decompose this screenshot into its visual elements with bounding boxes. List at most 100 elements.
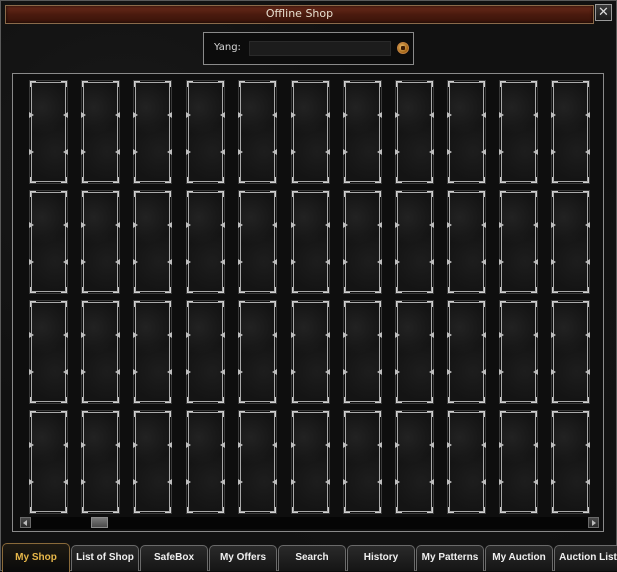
- shop-slot[interactable]: [551, 300, 590, 404]
- slot-marker: [167, 479, 172, 485]
- slot-marker: [429, 369, 434, 375]
- slot-corner: [531, 397, 537, 403]
- close-button[interactable]: ✕: [595, 4, 612, 21]
- slot-marker: [377, 332, 382, 338]
- shop-slot[interactable]: [395, 410, 434, 514]
- slot-corner: [165, 191, 171, 197]
- slot-corner: [531, 191, 537, 197]
- slot-marker: [533, 442, 538, 448]
- slot-corner: [427, 191, 433, 197]
- shop-slot[interactable]: [238, 410, 277, 514]
- shop-slot[interactable]: [291, 190, 330, 294]
- shop-slot[interactable]: [186, 410, 225, 514]
- tab-history[interactable]: History: [347, 545, 415, 571]
- shop-slot[interactable]: [133, 190, 172, 294]
- shop-slot[interactable]: [238, 80, 277, 184]
- shop-slot[interactable]: [81, 410, 120, 514]
- shop-slot[interactable]: [499, 300, 538, 404]
- shop-slot[interactable]: [395, 190, 434, 294]
- shop-slot[interactable]: [499, 80, 538, 184]
- shop-slot[interactable]: [551, 410, 590, 514]
- shop-slot[interactable]: [29, 410, 68, 514]
- slot-marker: [133, 332, 138, 338]
- slot-corner: [552, 191, 558, 197]
- slot-marker: [115, 442, 120, 448]
- shop-slot[interactable]: [186, 300, 225, 404]
- tab-auction-list[interactable]: Auction List: [554, 545, 617, 571]
- scroll-thumb[interactable]: [91, 517, 108, 528]
- scroll-left-button[interactable]: [20, 517, 31, 528]
- slot-corner: [375, 301, 381, 307]
- tab-my-offers[interactable]: My Offers: [209, 545, 277, 571]
- slot-corner: [292, 287, 298, 293]
- slot-marker: [447, 442, 452, 448]
- shop-slot[interactable]: [343, 190, 382, 294]
- shop-slot[interactable]: [29, 190, 68, 294]
- slot-marker: [63, 369, 68, 375]
- shop-slot[interactable]: [447, 80, 486, 184]
- shop-slot[interactable]: [81, 80, 120, 184]
- tab-my-shop[interactable]: My Shop: [2, 543, 70, 572]
- slot-corner: [61, 177, 67, 183]
- slot-corner: [375, 507, 381, 513]
- slot-marker: [551, 112, 556, 118]
- title-bar[interactable]: Offline Shop: [5, 5, 594, 24]
- slot-corner: [165, 177, 171, 183]
- shop-slot[interactable]: [291, 300, 330, 404]
- shop-slot[interactable]: [499, 190, 538, 294]
- shop-slot[interactable]: [499, 410, 538, 514]
- shop-slot[interactable]: [133, 410, 172, 514]
- shop-slot[interactable]: [447, 300, 486, 404]
- slot-corner: [531, 411, 537, 417]
- slot-marker: [115, 332, 120, 338]
- slot-marker: [377, 222, 382, 228]
- tab-my-patterns[interactable]: My Patterns: [416, 545, 484, 571]
- shop-slot[interactable]: [343, 80, 382, 184]
- slot-corner: [500, 81, 506, 87]
- shop-slot[interactable]: [133, 300, 172, 404]
- shop-slot[interactable]: [81, 190, 120, 294]
- slot-marker: [481, 332, 486, 338]
- shop-slot[interactable]: [343, 410, 382, 514]
- slot-corner: [239, 287, 245, 293]
- slot-marker: [585, 222, 590, 228]
- slot-corner: [531, 177, 537, 183]
- slot-marker: [133, 222, 138, 228]
- shop-slot[interactable]: [343, 300, 382, 404]
- scroll-right-button[interactable]: [588, 517, 599, 528]
- shop-slot[interactable]: [186, 80, 225, 184]
- tab-my-auction[interactable]: My Auction: [485, 545, 553, 571]
- shop-slot[interactable]: [395, 80, 434, 184]
- shop-slot[interactable]: [81, 300, 120, 404]
- shop-slot[interactable]: [291, 410, 330, 514]
- slot-marker: [63, 222, 68, 228]
- slot-marker: [63, 442, 68, 448]
- shop-slot[interactable]: [186, 190, 225, 294]
- slot-corner: [396, 397, 402, 403]
- shop-slot[interactable]: [447, 410, 486, 514]
- tab-list-of-shop[interactable]: List of Shop: [71, 545, 139, 571]
- shop-slot[interactable]: [29, 80, 68, 184]
- shop-slot[interactable]: [238, 190, 277, 294]
- slot-marker: [238, 332, 243, 338]
- shop-slot[interactable]: [291, 80, 330, 184]
- shop-slot[interactable]: [133, 80, 172, 184]
- shop-slot[interactable]: [29, 300, 68, 404]
- shop-slot[interactable]: [238, 300, 277, 404]
- slot-corner: [270, 301, 276, 307]
- slot-corner: [344, 507, 350, 513]
- tab-safebox[interactable]: SafeBox: [140, 545, 208, 571]
- tab-search[interactable]: Search: [278, 545, 346, 571]
- slot-corner: [187, 191, 193, 197]
- shop-slot[interactable]: [395, 300, 434, 404]
- slot-corner: [500, 507, 506, 513]
- coin-icon[interactable]: [397, 42, 409, 54]
- slot-marker: [481, 112, 486, 118]
- slot-marker: [325, 149, 330, 155]
- shop-slot[interactable]: [551, 80, 590, 184]
- shop-slot[interactable]: [551, 190, 590, 294]
- slot-marker: [533, 149, 538, 155]
- shop-slot[interactable]: [447, 190, 486, 294]
- slot-corner: [292, 507, 298, 513]
- horizontal-scrollbar[interactable]: [20, 517, 599, 529]
